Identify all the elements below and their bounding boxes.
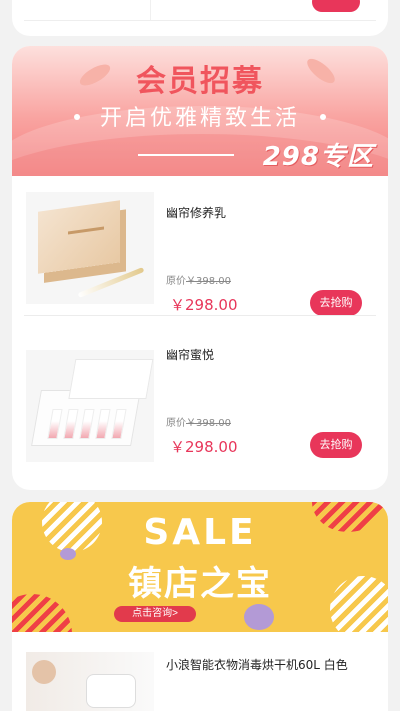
bottle-graphic (47, 409, 63, 439)
divider (138, 154, 234, 156)
product-card[interactable]: 幽帘蜜悦 原价￥398.00 ￥298.00 去抢购 (12, 334, 388, 474)
bottle-graphic (63, 409, 79, 439)
sale-section-card: SALE 镇店之宝 点击咨询> 小浪智能衣物消毒烘干机60L 白色 (12, 502, 388, 711)
buy-button-partial[interactable] (312, 0, 360, 12)
sale-banner-title: 镇店之宝 (128, 564, 272, 604)
sale-price: ￥298.00 (170, 296, 238, 314)
product-box-graphic (38, 200, 120, 274)
product-image[interactable] (26, 350, 154, 462)
member-banner[interactable]: 会员招募 开启优雅精致生活 298专区 (12, 46, 388, 176)
sale-banner[interactable]: SALE 镇店之宝 点击咨询> (12, 502, 388, 632)
sale-banner-headline: SALE (143, 512, 257, 553)
thumb-edge (150, 0, 151, 20)
product-name[interactable]: 小浪智能衣物消毒烘干机60L 白色 (166, 656, 348, 673)
bottle-graphic (95, 409, 111, 439)
product-card[interactable]: 幽帘修养乳 原价￥398.00 ￥298.00 去抢购 (12, 176, 388, 316)
original-price-value: ￥398.00 (186, 418, 231, 429)
dot-icon (320, 114, 326, 120)
consult-button[interactable]: 点击咨询> (114, 606, 196, 622)
product-image[interactable] (26, 652, 154, 711)
applicator-graphic (77, 267, 145, 298)
original-price: 原价￥398.00 (166, 272, 231, 287)
member-banner-zone: 298专区 (262, 142, 374, 172)
purple-dot-decoration (244, 604, 274, 630)
product-box-graphic (31, 359, 154, 446)
divider (24, 315, 376, 316)
member-banner-title: 会员招募 (136, 64, 264, 99)
previous-product-card (12, 0, 388, 36)
member-banner-subtitle: 开启优雅精致生活 (99, 106, 300, 131)
dryer-graphic (86, 674, 136, 708)
product-card[interactable]: 小浪智能衣物消毒烘干机60L 白色 (12, 642, 388, 711)
box-lid (68, 359, 154, 399)
product-name[interactable]: 幽帘蜜悦 (166, 346, 214, 363)
original-price: 原价￥398.00 (166, 414, 231, 429)
box-stripe (68, 226, 104, 235)
model-graphic (32, 660, 56, 684)
original-price-value: ￥398.00 (186, 276, 231, 287)
buy-button[interactable]: 去抢购 (310, 432, 362, 458)
original-price-label: 原价 (166, 276, 186, 287)
buy-button[interactable]: 去抢购 (310, 290, 362, 316)
bottle-graphic (79, 409, 95, 439)
product-image[interactable] (26, 192, 154, 304)
divider (24, 20, 376, 21)
sale-price: ￥298.00 (170, 438, 238, 456)
member-section-card: 会员招募 开启优雅精致生活 298专区 幽帘修养乳 原价￥398.00 ￥298… (12, 46, 388, 490)
original-price-label: 原价 (166, 418, 186, 429)
bottle-graphic (111, 409, 127, 439)
product-name[interactable]: 幽帘修养乳 (166, 204, 226, 221)
